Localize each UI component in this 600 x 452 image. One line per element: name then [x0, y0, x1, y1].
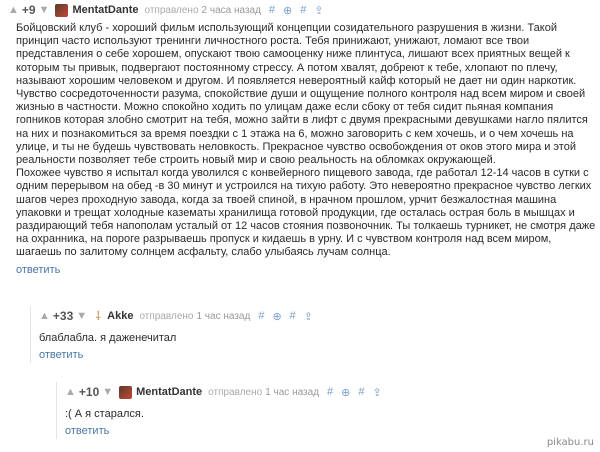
comment-text: блаблабла. я даженечитал — [39, 332, 177, 344]
comment-header: ▲ +33 ▼ ⸸ Akke отправлено 1 час назад # … — [31, 306, 597, 326]
comment-time[interactable]: 2 часа назад — [202, 5, 261, 16]
parent-link-icon[interactable]: ⇪ — [314, 4, 323, 17]
vote-up-icon[interactable]: ▲ — [8, 4, 19, 16]
comment: ▲ +9 ▼ MentatDante отправлено 2 часа наз… — [8, 0, 596, 278]
avatar[interactable] — [55, 3, 69, 17]
save-icon[interactable]: ⊕ — [272, 310, 281, 323]
parent-link-icon[interactable]: ⇪ — [304, 310, 313, 323]
comment-header: ▲ +10 ▼ MentatDante отправлено 1 час наз… — [57, 382, 597, 402]
parent-link-icon[interactable]: ⇪ — [373, 386, 382, 399]
comment-text: :( А я старался. — [65, 408, 144, 420]
permalink-icon[interactable]: # — [258, 310, 264, 322]
comment-rating: +9 — [21, 3, 36, 17]
reply-link[interactable]: ответить — [39, 349, 83, 361]
vote-down-icon[interactable]: ▼ — [39, 4, 50, 16]
vote-down-icon[interactable]: ▼ — [76, 310, 87, 322]
hash-link-icon[interactable]: # — [358, 386, 364, 398]
comment-paragraph: Бойцовский клуб - хороший фильм использу… — [16, 22, 588, 167]
comment-rating: +33 — [52, 309, 74, 323]
comment-reply: ▲ +33 ▼ ⸸ Akke отправлено 1 час назад # … — [30, 306, 597, 364]
comment-text: Бойцовский клуб - хороший фильм использу… — [16, 22, 596, 260]
sent-label: отправлено — [144, 4, 199, 16]
comment-header: ▲ +9 ▼ MentatDante отправлено 2 часа наз… — [8, 0, 596, 20]
hash-link-icon[interactable]: # — [290, 310, 296, 322]
comment-reply: ▲ +10 ▼ MentatDante отправлено 1 час наз… — [56, 382, 597, 440]
avatar[interactable]: ⸸ — [93, 309, 103, 323]
comment-rating: +10 — [78, 385, 100, 399]
site-watermark: pikabu.ru — [546, 437, 594, 448]
hash-link-icon[interactable]: # — [300, 4, 306, 16]
reply-link[interactable]: ответить — [16, 264, 60, 276]
reply-link[interactable]: ответить — [65, 425, 109, 437]
author-link[interactable]: MentatDante — [72, 4, 138, 16]
vote-down-icon[interactable]: ▼ — [102, 386, 113, 398]
save-icon[interactable]: ⊕ — [341, 386, 350, 399]
sent-label: отправлено — [139, 310, 194, 322]
avatar[interactable] — [119, 385, 133, 399]
save-icon[interactable]: ⊕ — [283, 4, 292, 17]
permalink-icon[interactable]: # — [327, 386, 333, 398]
author-link[interactable]: MentatDante — [136, 386, 202, 398]
author-link[interactable]: Akke — [107, 310, 133, 322]
comment-time[interactable]: 1 час назад — [196, 311, 250, 322]
vote-up-icon[interactable]: ▲ — [65, 386, 76, 398]
vote-up-icon[interactable]: ▲ — [39, 310, 50, 322]
permalink-icon[interactable]: # — [269, 4, 275, 16]
comment-paragraph: Похожее чувство я испытал когда уволился… — [16, 167, 596, 259]
sent-label: отправлено — [208, 386, 263, 398]
comment-time[interactable]: 1 час назад — [265, 387, 319, 398]
